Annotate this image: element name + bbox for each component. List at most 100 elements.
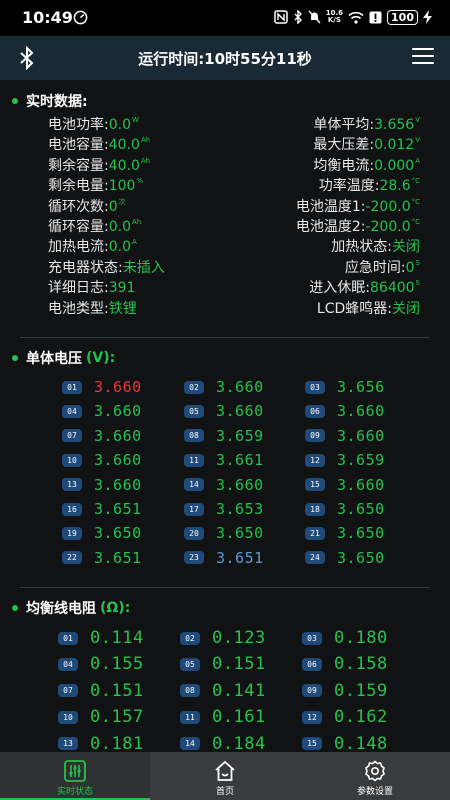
realtime-field: 充电器状态:未插入 (48, 257, 165, 277)
field-label: 进入休眠: (309, 280, 370, 297)
divider (20, 587, 430, 588)
menu-icon[interactable] (412, 48, 434, 66)
cell-value: 3.656 (337, 378, 385, 396)
cell-value: 3.660 (337, 426, 385, 445)
cell-number-badge: 05 (180, 657, 200, 671)
cell-number-badge: 09 (305, 429, 325, 443)
field-label: 剩余容量: (48, 157, 109, 174)
field-value: 3.656 (374, 117, 415, 133)
cell-number-badge: 15 (302, 737, 322, 751)
realtime-field: 电池容量:40.0Ah (48, 134, 150, 154)
alert-icon (369, 11, 382, 23)
cell-value: 3.659 (216, 426, 264, 445)
cell-value: 3.650 (337, 548, 385, 567)
field-label: 应急时间: (344, 259, 406, 276)
resistance-cell: 04 0.155 (58, 653, 144, 675)
tab-home[interactable]: 首页 (150, 752, 300, 800)
cell-number-badge: 08 (180, 684, 200, 698)
voltage-cell: 13 3.660 (62, 474, 142, 496)
field-value: -200.0 (365, 198, 411, 215)
speedometer-icon (73, 10, 88, 25)
field-label: 循环次数: (48, 198, 109, 215)
voltage-cell: 02 3.660 (184, 376, 264, 398)
cell-number-badge: 18 (305, 502, 325, 516)
cell-value: 3.660 (216, 378, 264, 396)
voltage-cell: 14 3.660 (184, 474, 264, 496)
realtime-field: 电池功率:0.0W (48, 114, 139, 134)
divider (20, 337, 430, 338)
field-value: 40.0 (108, 137, 140, 154)
section-bullet (12, 355, 18, 361)
network-speed: 10.6 K/S (325, 9, 344, 24)
cell-value: 3.650 (94, 524, 142, 543)
realtime-field: 循环容量:0.0Ah (48, 216, 141, 236)
field-label: 剩余电量: (48, 178, 109, 195)
field-label: 电池容量: (48, 137, 109, 154)
cell-number-badge: 09 (302, 684, 322, 698)
field-value: 0 (405, 259, 415, 276)
cell-number-badge: 08 (184, 429, 204, 443)
tab-settings[interactable]: 参数设置 (300, 752, 450, 800)
field-label: 功率温度: (318, 178, 380, 195)
voltage-cell: 22 3.651 (62, 547, 142, 569)
realtime-section-title: 实时数据: (12, 91, 88, 111)
cell-value: 3.651 (94, 500, 142, 518)
cell-number-badge: 23 (184, 551, 204, 565)
field-unit: V (415, 116, 420, 124)
cell-number-badge: 11 (184, 453, 204, 467)
field-unit: W (131, 116, 139, 124)
resistance-cell: 08 0.141 (180, 680, 266, 702)
field-value: 40.0 (108, 157, 140, 174)
cell-value: 3.660 (94, 426, 142, 445)
cell-value: 0.141 (212, 680, 266, 701)
cell-number-badge: 12 (302, 710, 322, 724)
voltage-cell: 11 3.661 (184, 449, 264, 471)
balance-resistance-section-title: 均衡线电阻 (Ω): (12, 598, 130, 618)
realtime-field: 电池温度1:-200.0°C (296, 196, 420, 216)
cell-value: 0.151 (90, 680, 144, 701)
field-unit: S (415, 279, 420, 288)
cell-number-badge: 10 (62, 453, 82, 467)
voltage-cell: 09 3.660 (305, 425, 385, 447)
cell-number-badge: 01 (62, 380, 82, 394)
cell-number-badge: 22 (62, 551, 82, 565)
section-bullet (12, 98, 18, 104)
app-header: 运行时间:10时55分11秒 (0, 36, 450, 80)
field-value: 未插入 (122, 259, 165, 276)
cell-value: 0.114 (90, 628, 144, 648)
cell-number-badge: 05 (184, 404, 204, 418)
tab-realtime-status[interactable]: 实时状态 (0, 752, 150, 800)
voltage-cell: 05 3.660 (184, 400, 264, 422)
cell-number-badge: 03 (305, 380, 325, 394)
realtime-field: 循环次数:0次 (48, 196, 126, 216)
voltage-cell: 23 3.651 (184, 547, 264, 569)
field-label: LCD蜂鸣器: (316, 300, 392, 317)
field-label: 电池温度1: (295, 198, 366, 215)
realtime-field: 应急时间:0S (345, 257, 420, 277)
cell-value: 3.650 (216, 524, 264, 543)
cell-value: 0.184 (212, 733, 266, 752)
field-value: 100 (108, 178, 136, 195)
status-icons: 10.6 K/S 100 (274, 8, 432, 26)
field-unit: 次 (118, 197, 126, 206)
cell-value: 3.660 (216, 402, 264, 421)
cell-value: 3.659 (337, 451, 385, 470)
realtime-field: 单体平均:3.656V (313, 114, 420, 134)
resistance-cell: 05 0.151 (180, 653, 266, 675)
realtime-field: 进入休眠:86400S (309, 277, 420, 297)
field-unit: °C (411, 177, 420, 186)
wifi-icon (348, 11, 364, 24)
cell-number-badge: 06 (305, 404, 325, 418)
cell-value: 0.158 (334, 654, 388, 675)
field-value: 0.012 (374, 137, 415, 154)
cell-number-badge: 02 (180, 631, 200, 645)
cell-value: 3.660 (337, 475, 385, 494)
battery-indicator: 100 (387, 9, 418, 25)
cell-voltage-section-title: 单体电压 (V): (12, 348, 115, 368)
field-value: 关闭 (392, 300, 420, 317)
cell-value: 0.155 (90, 654, 144, 675)
cell-number-badge: 07 (62, 429, 82, 443)
runtime-title: 运行时间:10时55分11秒 (138, 50, 312, 68)
field-value: 0.000 (374, 157, 415, 174)
field-unit: Ah (140, 156, 151, 165)
